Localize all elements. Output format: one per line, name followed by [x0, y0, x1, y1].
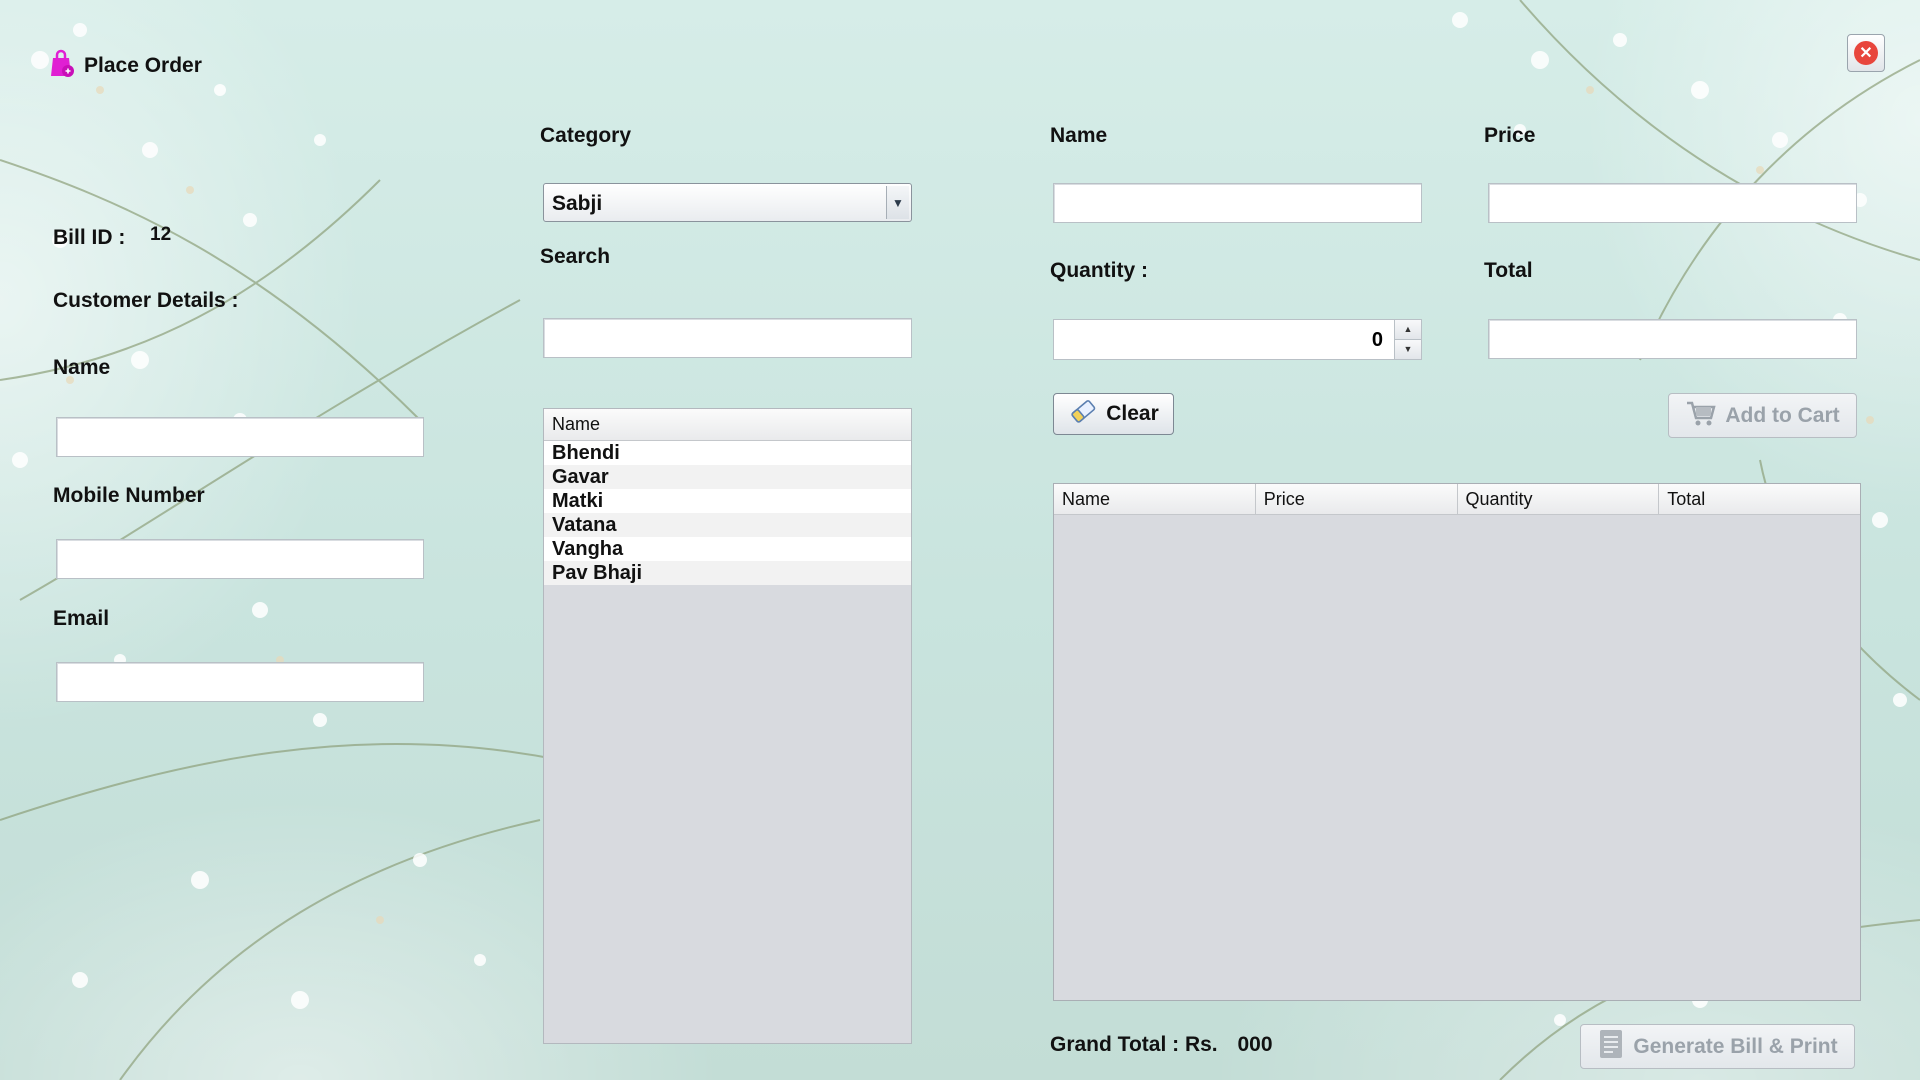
total-input[interactable]	[1488, 319, 1857, 359]
search-input[interactable]	[543, 318, 912, 358]
close-button[interactable]: ✕	[1847, 34, 1885, 72]
quantity-label: Quantity :	[1050, 259, 1148, 282]
product-list-header[interactable]: Name	[544, 409, 911, 441]
stepper-down-icon[interactable]: ▼	[1395, 340, 1421, 359]
category-label: Category	[540, 124, 632, 147]
eraser-icon	[1068, 396, 1098, 432]
shopping-bag-icon	[46, 48, 76, 83]
close-icon: ✕	[1854, 41, 1878, 65]
cart-column-name[interactable]: Name	[1054, 484, 1256, 514]
list-item[interactable]: Gavar	[544, 465, 911, 489]
category-selected-value: Sabji	[552, 192, 603, 215]
cart-table-header: Name Price Quantity Total	[1054, 484, 1860, 515]
item-name-label: Name	[1050, 124, 1108, 147]
customer-details-title: Customer Details :	[53, 289, 239, 312]
cart-column-quantity[interactable]: Quantity	[1458, 484, 1660, 514]
document-icon	[1597, 1028, 1625, 1066]
cart-icon	[1685, 398, 1717, 434]
grand-total: Grand Total : Rs. 000	[1050, 1033, 1273, 1057]
generate-bill-label: Generate Bill & Print	[1633, 1034, 1838, 1058]
cart-column-total[interactable]: Total	[1659, 484, 1860, 514]
bill-id-label: Bill ID :	[53, 226, 126, 249]
cart-column-price[interactable]: Price	[1256, 484, 1458, 514]
item-name-input[interactable]	[1053, 183, 1422, 223]
email-label: Email	[53, 607, 110, 630]
list-item[interactable]: Vangha	[544, 537, 911, 561]
quantity-stepper[interactable]: 0 ▲ ▼	[1053, 319, 1422, 360]
customer-name-input[interactable]	[56, 417, 424, 457]
list-item[interactable]: Bhendi	[544, 441, 911, 465]
price-label: Price	[1484, 124, 1536, 147]
customer-name-label: Name	[53, 356, 111, 379]
price-input[interactable]	[1488, 183, 1857, 223]
grand-total-label: Grand Total : Rs.	[1050, 1033, 1218, 1056]
window-title: Place Order	[84, 53, 202, 77]
generate-bill-button[interactable]: Generate Bill & Print	[1580, 1024, 1855, 1069]
mobile-number-label: Mobile Number	[53, 484, 205, 507]
list-item[interactable]: Pav Bhaji	[544, 561, 911, 585]
add-to-cart-label: Add to Cart	[1725, 403, 1840, 427]
cart-table[interactable]: Name Price Quantity Total	[1053, 483, 1861, 1001]
clear-button-label: Clear	[1106, 402, 1159, 425]
search-label: Search	[540, 245, 611, 268]
quantity-value: 0	[1371, 329, 1383, 351]
window-title-bar: Place Order	[46, 48, 202, 83]
mobile-number-input[interactable]	[56, 539, 424, 579]
chevron-down-icon[interactable]: ▼	[886, 186, 909, 219]
email-input[interactable]	[56, 662, 424, 702]
stepper-up-icon[interactable]: ▲	[1395, 320, 1421, 340]
product-list[interactable]: Name Bhendi Gavar Matki Vatana Vangha Pa…	[543, 408, 912, 1044]
total-label: Total	[1484, 259, 1533, 282]
list-item[interactable]: Matki	[544, 489, 911, 513]
add-to-cart-button[interactable]: Add to Cart	[1668, 393, 1857, 438]
grand-total-value: 000	[1237, 1033, 1273, 1056]
category-select[interactable]: Sabji ▼	[543, 183, 912, 222]
list-item[interactable]: Vatana	[544, 513, 911, 537]
bill-id-value: 12	[150, 224, 172, 245]
clear-button[interactable]: Clear	[1053, 393, 1174, 435]
